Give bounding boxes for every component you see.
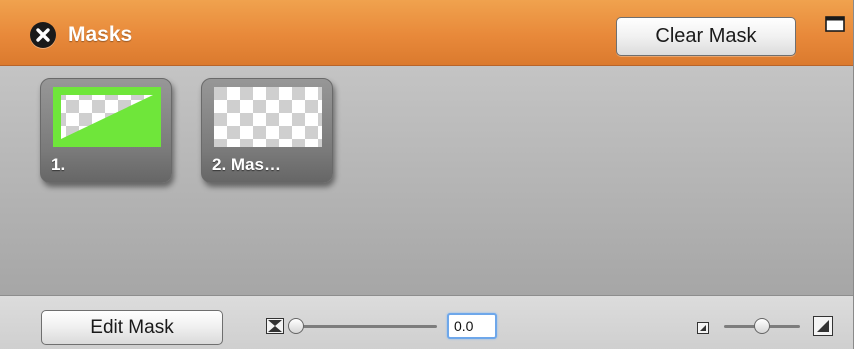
window-icon[interactable] (825, 16, 845, 32)
mask-thumbnail-1 (53, 87, 161, 147)
masks-footer: Edit Mask 0.0 (0, 295, 853, 349)
thumb-size-small-icon (697, 321, 709, 334)
panel-title: Masks (68, 23, 133, 46)
mask-tile-1[interactable]: 1. (40, 78, 172, 183)
mask-thumbnail-2 (214, 87, 322, 147)
clear-mask-button[interactable]: Clear Mask (616, 17, 796, 56)
mask-label-2: 2. Mas… (212, 155, 281, 174)
feather-icon (266, 318, 284, 334)
close-icon[interactable] (30, 22, 56, 48)
edit-mask-button[interactable]: Edit Mask (41, 310, 223, 345)
feather-value-field[interactable]: 0.0 (447, 313, 497, 339)
thumb-size-large-icon (813, 316, 833, 336)
feather-slider-knob[interactable] (288, 318, 304, 334)
mask-thumbnails-area: 1. 2. Mas… (0, 66, 853, 295)
feather-slider-track[interactable] (295, 325, 437, 328)
mask-tile-2[interactable]: 2. Mas… (201, 78, 333, 183)
thumb-size-slider-knob[interactable] (754, 318, 770, 334)
masks-panel: Masks Clear Mask 1. 2. Mas… Edit Mask 0.… (0, 0, 854, 349)
mask-label-1: 1. (51, 155, 66, 174)
masks-header: Masks Clear Mask (0, 0, 853, 66)
